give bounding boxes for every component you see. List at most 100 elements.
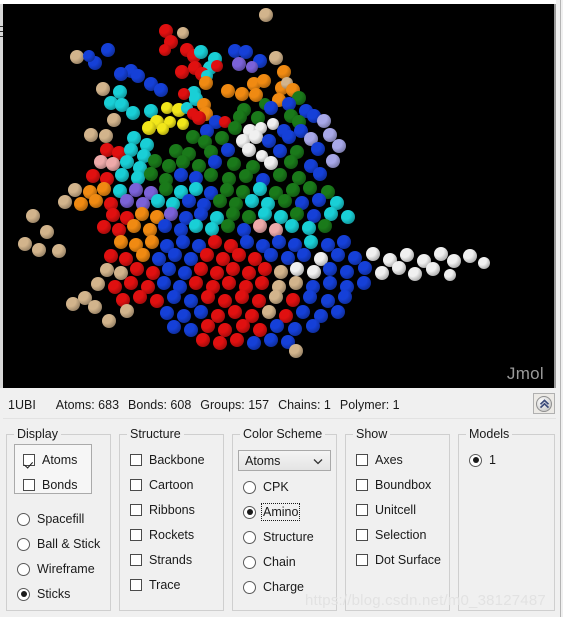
checkbox-cartoon[interactable]: Cartoon — [130, 477, 193, 493]
atom-sphere — [168, 248, 182, 262]
checkbox-unitcell-box[interactable] — [356, 504, 368, 516]
checkbox-rockets-box[interactable] — [130, 529, 142, 541]
jmol-logo: Jmol — [506, 364, 544, 383]
radio-ball-and-stick[interactable]: Ball & Stick — [17, 536, 100, 552]
checkbox-selection[interactable]: Selection — [356, 527, 426, 543]
atom-sphere — [264, 333, 278, 347]
radio-spacefill-label: Spacefill — [37, 512, 85, 526]
atom-sphere — [157, 123, 169, 135]
color-scheme-group: Color Scheme Atoms CPK Amino Structure C… — [232, 427, 337, 611]
atom-sphere — [194, 262, 208, 276]
status-pdb-id: 1UBI — [8, 398, 36, 412]
radio-model-1-label: 1 — [489, 453, 496, 467]
color-scheme-dropdown[interactable]: Atoms — [238, 450, 331, 471]
atom-sphere — [124, 276, 138, 290]
checkbox-strands-box[interactable] — [130, 554, 142, 566]
status-bonds: Bonds: 608 — [128, 398, 192, 412]
radio-amino[interactable]: Amino — [243, 503, 301, 521]
atom-sphere — [120, 155, 134, 169]
radio-cpk-dot[interactable] — [243, 480, 256, 494]
atom-sphere — [242, 143, 256, 157]
checkbox-bonds[interactable]: Bonds — [23, 477, 77, 493]
radio-chain[interactable]: Chain — [243, 554, 296, 570]
atom-sphere — [303, 290, 317, 304]
molecule-3d-viewport[interactable]: Jmol — [3, 4, 554, 388]
checkbox-rockets[interactable]: Rockets — [130, 527, 194, 543]
atom-sphere — [228, 305, 242, 319]
atom-sphere — [221, 143, 235, 157]
checkbox-cartoon-box[interactable] — [130, 479, 142, 491]
checkbox-strands[interactable]: Strands — [130, 552, 192, 568]
radio-spacefill[interactable]: Spacefill — [17, 511, 84, 527]
checkbox-bonds-box[interactable] — [23, 479, 35, 491]
atom-sphere — [463, 249, 477, 263]
atom-sphere — [131, 69, 145, 83]
atom-sphere — [235, 290, 249, 304]
atom-sphere — [70, 50, 84, 64]
checkbox-backbone-label: Backbone — [149, 453, 205, 467]
radio-sticks-dot[interactable] — [17, 587, 30, 601]
radio-sticks[interactable]: Sticks — [17, 586, 70, 602]
radio-charge-label: Charge — [263, 580, 304, 594]
atom-sphere — [106, 208, 120, 222]
radio-charge[interactable]: Charge — [243, 579, 304, 595]
checkbox-dot-surface[interactable]: Dot Surface — [356, 552, 441, 568]
atom-sphere — [68, 183, 82, 197]
color-scheme-dropdown-value: Atoms — [245, 453, 281, 468]
checkbox-atoms-box[interactable] — [23, 454, 35, 466]
checkbox-ribbons-box[interactable] — [130, 504, 142, 516]
atom-sphere — [258, 262, 272, 276]
checkbox-backbone-box[interactable] — [130, 454, 142, 466]
atom-sphere — [26, 209, 40, 223]
atom-sphere — [264, 248, 278, 262]
display-group: Display Atoms Bonds Spacefill Ball & Sti… — [6, 427, 111, 611]
atom-sphere — [341, 210, 355, 224]
checkbox-dot-surface-box[interactable] — [356, 554, 368, 566]
status-text: 1UBI Atoms: 683 Bonds: 608 Groups: 157 Chain… — [8, 396, 409, 414]
atom-sphere — [246, 61, 258, 73]
radio-structure-dot[interactable] — [243, 530, 256, 544]
radio-structure[interactable]: Structure — [243, 529, 314, 545]
checkbox-axes-box[interactable] — [356, 454, 368, 466]
radio-chain-dot[interactable] — [243, 555, 256, 569]
checkbox-trace[interactable]: Trace — [130, 577, 181, 593]
checkbox-unitcell[interactable]: Unitcell — [356, 502, 416, 518]
atom-sphere — [192, 111, 206, 125]
radio-ball-and-stick-dot[interactable] — [17, 537, 30, 551]
atom-sphere — [175, 65, 189, 79]
atom-sphere — [257, 74, 271, 88]
radio-cpk[interactable]: CPK — [243, 479, 289, 495]
radio-amino-dot[interactable] — [243, 505, 256, 519]
checkbox-ribbons[interactable]: Ribbons — [130, 502, 195, 518]
atom-sphere — [269, 51, 283, 65]
atom-sphere — [262, 305, 276, 319]
radio-model-1[interactable]: 1 — [469, 452, 496, 468]
radio-chain-label: Chain — [263, 555, 296, 569]
atom-sphere — [177, 309, 191, 323]
checkbox-boundbox[interactable]: Boundbox — [356, 477, 431, 493]
atom-sphere — [297, 248, 311, 262]
checkbox-boundbox-box[interactable] — [356, 479, 368, 491]
radio-wireframe[interactable]: Wireframe — [17, 561, 95, 577]
checkbox-atoms[interactable]: Atoms — [23, 452, 77, 468]
radio-wireframe-dot[interactable] — [17, 562, 30, 576]
checkbox-axes-label: Axes — [375, 453, 403, 467]
atom-sphere — [318, 219, 332, 233]
checkbox-trace-label: Trace — [149, 578, 181, 592]
checkbox-trace-box[interactable] — [130, 579, 142, 591]
checkbox-axes[interactable]: Axes — [356, 452, 403, 468]
radio-charge-dot[interactable] — [243, 580, 256, 594]
atom-sphere — [159, 44, 171, 56]
atom-sphere — [358, 261, 372, 275]
atom-sphere — [200, 248, 214, 262]
collapse-panel-button[interactable] — [533, 393, 555, 414]
status-polymer: Polymer: 1 — [339, 398, 400, 412]
radio-model-1-dot[interactable] — [469, 453, 482, 467]
checkbox-selection-box[interactable] — [356, 529, 368, 541]
radio-spacefill-dot[interactable] — [17, 512, 30, 526]
atom-sphere — [99, 129, 113, 143]
radio-cpk-label: CPK — [263, 480, 289, 494]
atom-sphere — [338, 290, 352, 304]
atom-sphere — [288, 322, 302, 336]
checkbox-backbone[interactable]: Backbone — [130, 452, 205, 468]
